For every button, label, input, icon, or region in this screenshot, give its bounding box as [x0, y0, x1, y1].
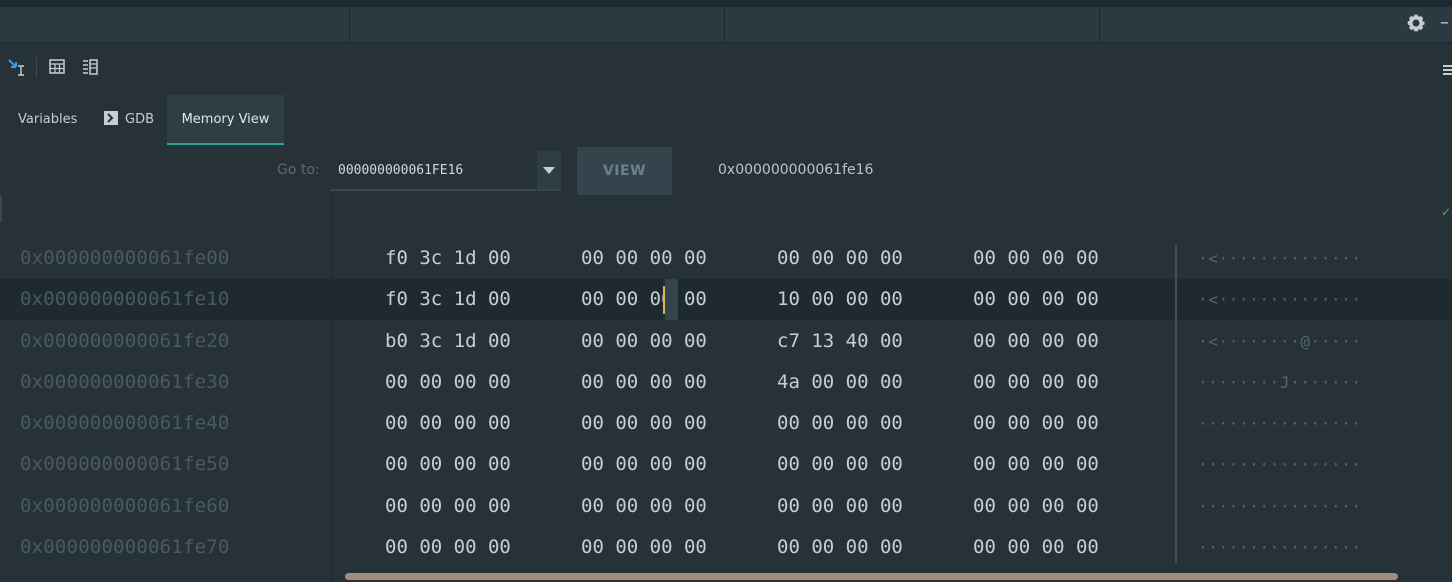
- memory-row[interactable]: 0x000000000061fe50 00 00 00 00 00 00 00 00…: [0, 444, 1452, 485]
- row-address: 0x000000000061fe60: [20, 495, 230, 517]
- memory-row[interactable]: 0x000000000061fe70 00 00 00 00 00 00 00 00…: [0, 527, 1452, 568]
- chevron-down-icon: [543, 167, 555, 174]
- byte-group[interactable]: 00 00 00 00: [973, 486, 1099, 527]
- byte-group[interactable]: 00 00 00 00: [777, 238, 903, 279]
- memory-row[interactable]: 0x000000000061fe00 f0 3c 1d 00 00 00 00 00…: [0, 238, 1452, 279]
- byte-group[interactable]: 00 00 00 00: [973, 403, 1099, 444]
- tab-memory-view[interactable]: Memory View: [167, 95, 284, 145]
- goto-label: Go to:: [277, 162, 320, 178]
- memory-row[interactable]: 0x000000000061fe40 00 00 00 00 00 00 00 00…: [0, 403, 1452, 444]
- resolved-address: 0x000000000061fe16: [718, 162, 874, 178]
- byte-group[interactable]: 00 00 00 00: [581, 321, 707, 362]
- byte-group[interactable]: 00 00 00 00: [581, 403, 707, 444]
- tab-variables[interactable]: Variables: [18, 95, 77, 145]
- options-menu-icon[interactable]: [1443, 61, 1452, 75]
- step-into-cursor-icon[interactable]: [6, 56, 28, 78]
- byte-group[interactable]: 00 00 00 00: [581, 527, 707, 568]
- window-top-strip: [0, 0, 1452, 7]
- row-address: 0x000000000061fe40: [20, 412, 230, 434]
- byte-group[interactable]: 00 00 00 00: [973, 527, 1099, 568]
- byte-group[interactable]: 00 00 00 00: [777, 403, 903, 444]
- active-tab-indicator: [167, 143, 284, 145]
- byte-group[interactable]: 00 00 00 00: [973, 238, 1099, 279]
- byte-group[interactable]: 00 00 00 00: [777, 486, 903, 527]
- byte-group[interactable]: 00 00 00 00: [581, 486, 707, 527]
- byte-group[interactable]: 00 00 00 00: [973, 444, 1099, 485]
- byte-group[interactable]: 00 00 00 00: [581, 279, 707, 320]
- ascii-view[interactable]: ················: [1198, 527, 1362, 568]
- byte-group[interactable]: 4a 00 00 00: [777, 362, 903, 403]
- row-address: 0x000000000061fe20: [20, 330, 230, 352]
- check-icon: ✓: [1441, 205, 1452, 219]
- byte-group[interactable]: f0 3c 1d 00: [385, 279, 511, 320]
- cursor-cell: [665, 279, 678, 320]
- goto-address-input[interactable]: [330, 151, 536, 191]
- ascii-view[interactable]: ·<··············: [1198, 279, 1362, 320]
- tool-window-header: [0, 7, 1452, 43]
- ascii-view[interactable]: ················: [1198, 486, 1362, 527]
- table-icon[interactable]: [46, 56, 68, 78]
- row-address: 0x000000000061fe10: [20, 288, 230, 310]
- header-divider: [349, 7, 350, 42]
- tab-gdb[interactable]: GDB: [104, 95, 154, 145]
- row-address: 0x000000000061fe00: [20, 247, 230, 269]
- byte-group[interactable]: b0 3c 1d 00: [385, 321, 511, 362]
- byte-group[interactable]: 00 00 00 00: [973, 362, 1099, 403]
- byte-group[interactable]: 00 00 00 00: [581, 238, 707, 279]
- view-button[interactable]: VIEW: [577, 147, 672, 195]
- ascii-view[interactable]: ················: [1198, 403, 1362, 444]
- byte-group[interactable]: 00 00 00 00: [777, 444, 903, 485]
- debug-toolbar: [0, 43, 1452, 93]
- memory-row[interactable]: 0x000000000061fe30 00 00 00 00 00 00 00 00…: [0, 362, 1452, 403]
- header-divider: [724, 7, 725, 42]
- horizontal-scrollbar[interactable]: [345, 573, 1398, 580]
- byte-group[interactable]: 00 00 00 00: [581, 362, 707, 403]
- ascii-separator: [1175, 244, 1177, 564]
- byte-group[interactable]: 00 00 00 00: [385, 486, 511, 527]
- minimize-icon[interactable]: –: [1440, 12, 1449, 33]
- memory-row[interactable]: 0x000000000061fe60 00 00 00 00 00 00 00 00…: [0, 486, 1452, 527]
- byte-group[interactable]: 00 00 00 00: [385, 444, 511, 485]
- terminal-icon: [104, 111, 118, 125]
- row-address: 0x000000000061fe70: [20, 536, 230, 558]
- list-layout-icon[interactable]: [79, 56, 101, 78]
- panel-edge: [0, 196, 2, 222]
- header-divider: [1099, 7, 1100, 42]
- gear-icon[interactable]: [1407, 14, 1427, 34]
- memory-row[interactable]: 0x000000000061fe10 f0 3c 1d 00 00 00 00 00…: [0, 279, 1452, 320]
- ascii-view[interactable]: ········J·······: [1198, 362, 1362, 403]
- ascii-view[interactable]: ················: [1198, 444, 1362, 485]
- byte-group[interactable]: 00 00 00 00: [385, 362, 511, 403]
- byte-group[interactable]: 00 00 00 00: [385, 527, 511, 568]
- row-address: 0x000000000061fe50: [20, 453, 230, 475]
- memory-row[interactable]: 0x000000000061fe20 b0 3c 1d 00 00 00 00 00…: [0, 321, 1452, 362]
- byte-group[interactable]: c7 13 40 00: [777, 321, 903, 362]
- byte-group[interactable]: 10 00 00 00: [777, 279, 903, 320]
- byte-group[interactable]: f0 3c 1d 00: [385, 238, 511, 279]
- toolbar-separator: [36, 57, 37, 77]
- ascii-view[interactable]: ·<··············: [1198, 238, 1362, 279]
- ascii-view[interactable]: ·<········@·····: [1198, 321, 1362, 362]
- byte-group[interactable]: 00 00 00 00: [777, 527, 903, 568]
- byte-group[interactable]: 00 00 00 00: [581, 444, 707, 485]
- byte-group[interactable]: 00 00 00 00: [385, 403, 511, 444]
- tab-gdb-label: GDB: [125, 112, 155, 127]
- text-caret: [663, 286, 665, 314]
- byte-group[interactable]: 00 00 00 00: [973, 321, 1099, 362]
- byte-group[interactable]: 00 00 00 00: [973, 279, 1099, 320]
- row-address: 0x000000000061fe30: [20, 371, 230, 393]
